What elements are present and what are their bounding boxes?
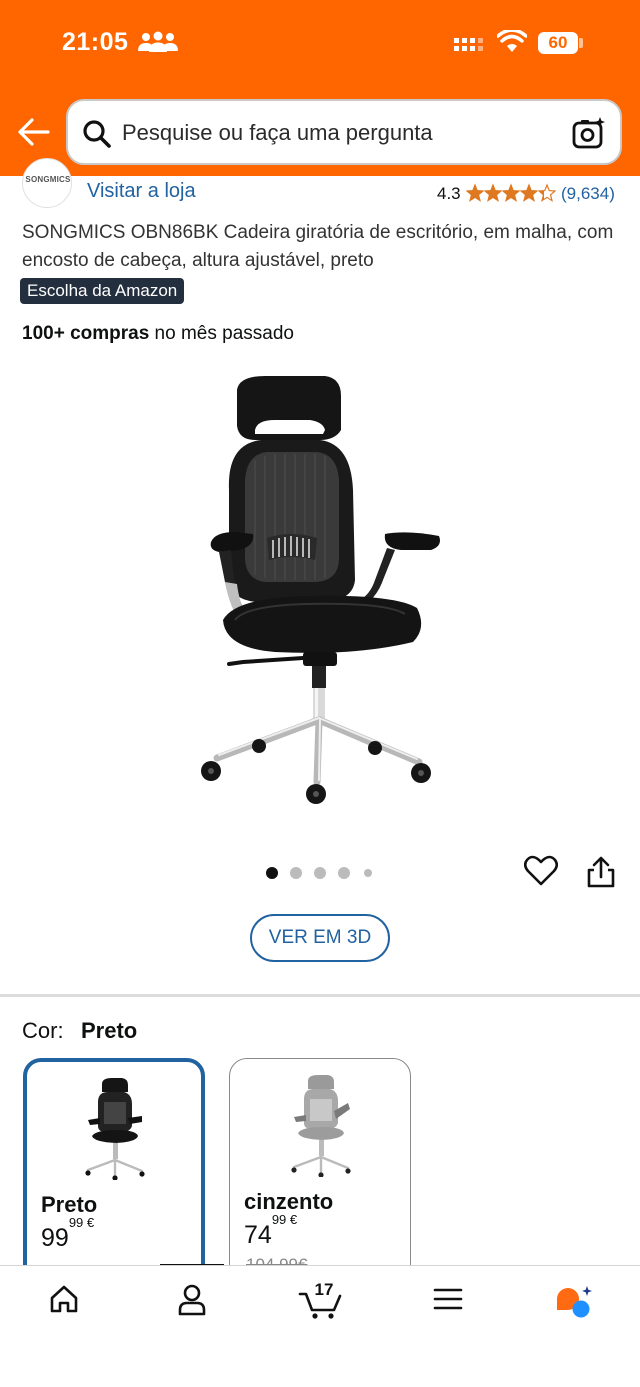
color-variant-preto[interactable]: Preto 9999 € [23,1058,205,1288]
search-bar[interactable] [66,99,622,165]
nav-menu[interactable] [416,1284,480,1332]
signal-icon [454,38,483,51]
variant-price: 9999 € [41,1215,94,1253]
variant-price-whole: 74 [244,1221,272,1249]
nav-rufus[interactable] [542,1284,606,1332]
heart-icon[interactable] [524,855,558,887]
purchases-info: 100+ compras no mês passado [22,323,294,345]
nav-account[interactable] [160,1284,224,1332]
header-bar: 21:05 60 [0,0,640,176]
rating-count-link[interactable]: (9,634) [561,184,615,204]
color-variant-cinzento[interactable]: cinzento 7499 € 104,99€ [229,1058,411,1288]
status-time: 21:05 [62,28,129,56]
search-icon [83,120,111,148]
purchases-period: no mês passado [149,323,294,344]
menu-icon [433,1288,463,1310]
camera-search-icon[interactable] [572,116,606,150]
variant-price: 7499 € [244,1212,297,1250]
variant-price-fraction: 99 € [271,1211,298,1227]
star-5 [537,183,556,202]
variant-price-fraction: 99 € [68,1214,95,1230]
bottom-navigation: 17 [0,1265,640,1387]
variant-thumbnail [291,1075,351,1177]
star-3 [501,183,521,202]
star-rating-icon[interactable] [466,183,556,203]
search-input[interactable] [122,113,552,153]
color-label: Cor: [22,1018,64,1043]
star-4 [519,183,539,202]
battery-indicator: 60 [538,32,578,54]
share-icon[interactable] [586,855,616,889]
product-title: SONGMICS OBN86BK Cadeira giratória de es… [22,222,614,271]
rufus-icon [557,1286,592,1318]
account-icon [178,1284,206,1316]
view-3d-button[interactable]: VER EM 3D [250,914,390,962]
pagination-dot[interactable] [266,867,278,879]
product-image[interactable] [195,370,445,815]
battery-tip [579,38,583,48]
star-1 [466,183,485,202]
cart-count: 17 [314,1280,334,1299]
visit-store-link[interactable]: Visitar a loja [87,180,196,203]
pagination-dot[interactable] [364,869,372,877]
shared-people-icon [138,31,178,52]
brand-logo[interactable]: SONGMICS [22,158,72,208]
back-arrow-icon[interactable] [16,117,50,147]
nav-home[interactable] [32,1284,96,1332]
image-pagination[interactable] [266,866,376,880]
amazon-choice-badge: Escolha da Amazon [20,278,185,304]
star-2 [483,183,503,202]
wifi-icon [497,30,527,52]
variant-thumbnail [85,1078,145,1180]
pagination-dot[interactable] [290,867,302,879]
home-icon [50,1285,78,1313]
section-divider [0,994,640,997]
purchases-count: 100+ compras [22,323,150,344]
nav-cart[interactable]: 17 [288,1280,352,1332]
variant-price-whole: 99 [41,1224,69,1252]
pagination-dot[interactable] [338,867,350,879]
pagination-dot[interactable] [314,867,326,879]
brand-logo-text: SONGMICS [25,175,71,184]
rating-value: 4.3 [437,184,461,203]
color-selected-value: Preto [81,1018,138,1043]
